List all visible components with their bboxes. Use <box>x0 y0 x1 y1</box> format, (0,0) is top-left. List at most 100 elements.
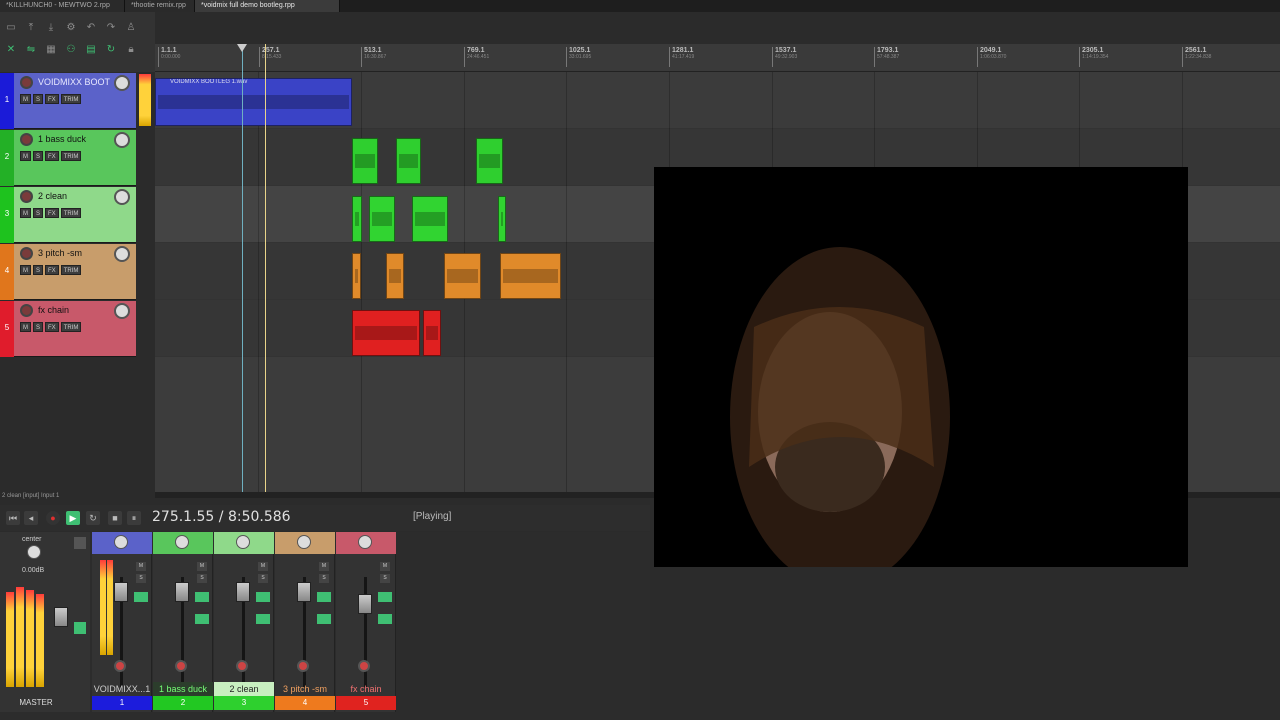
solo-button[interactable]: S <box>33 265 44 275</box>
fx-icon[interactable] <box>134 592 148 602</box>
mixer-strip-2[interactable]: M S 1 bass duck 2 <box>153 532 213 712</box>
volume-fader[interactable] <box>297 582 311 602</box>
media-item[interactable] <box>369 196 395 242</box>
media-item[interactable] <box>444 253 481 299</box>
playhead-marker-icon[interactable] <box>237 44 247 52</box>
fx-icon[interactable] <box>378 614 392 624</box>
envelope-icon[interactable]: ▤ <box>84 44 98 56</box>
mute-button[interactable]: M <box>136 562 146 571</box>
volume-knob[interactable] <box>114 75 130 91</box>
strip-name[interactable]: VOIDMIXX...1 <box>92 682 152 696</box>
mute-button[interactable]: M <box>20 151 31 161</box>
fx-button[interactable]: FX <box>45 265 59 275</box>
pan-knob[interactable] <box>175 535 189 549</box>
play-button[interactable]: ▶ <box>66 511 80 525</box>
record-arm-icon[interactable] <box>20 76 33 89</box>
track-header-1[interactable]: 1 VOIDMIXX BOOTLEG 1 MSFXTRIM <box>0 73 136 129</box>
playhead[interactable] <box>265 44 266 492</box>
fx-icon[interactable] <box>195 614 209 624</box>
fx-icon[interactable] <box>195 592 209 602</box>
mute-button[interactable]: M <box>20 265 31 275</box>
master-mono-icon[interactable] <box>74 537 86 549</box>
solo-button[interactable]: S <box>33 94 44 104</box>
mute-button[interactable]: M <box>258 562 268 571</box>
fx-icon[interactable] <box>317 592 331 602</box>
mute-button[interactable]: M <box>20 322 31 332</box>
mixer-strip-4[interactable]: M S 3 pitch -sm 4 <box>275 532 335 712</box>
trim-button[interactable]: TRIM <box>60 265 82 275</box>
project-tab-active[interactable]: *voidmix full demo bootleg.rpp <box>195 0 340 12</box>
volume-fader[interactable] <box>114 582 128 602</box>
strip-name[interactable]: fx chain <box>336 682 396 696</box>
mute-button[interactable]: M <box>319 562 329 571</box>
mute-button[interactable]: M <box>20 94 31 104</box>
master-fader[interactable] <box>54 607 68 627</box>
track-header-2[interactable]: 2 1 bass duck M S FX TRIM <box>0 130 136 186</box>
repeat-icon[interactable]: ↻ <box>86 511 100 525</box>
record-arm-icon[interactable] <box>20 247 33 260</box>
solo-button[interactable]: S <box>197 574 207 583</box>
stop-button[interactable]: ■ <box>108 511 122 525</box>
media-item[interactable] <box>352 138 378 184</box>
mixer-strip-5[interactable]: M S fx chain 5 <box>336 532 396 712</box>
rewind-icon[interactable]: ◂ <box>24 511 38 525</box>
undo-icon[interactable]: ↶ <box>84 22 98 34</box>
go-to-start-icon[interactable]: ⏮ <box>6 511 20 525</box>
fx-icon[interactable] <box>378 592 392 602</box>
solo-button[interactable]: S <box>33 151 44 161</box>
snap-icon[interactable]: ▦ <box>44 44 58 56</box>
solo-button[interactable]: S <box>319 574 329 583</box>
strip-name[interactable]: 1 bass duck <box>153 682 213 696</box>
media-item[interactable] <box>352 253 361 299</box>
solo-button[interactable]: S <box>380 574 390 583</box>
volume-knob[interactable] <box>114 303 130 319</box>
metronome-icon[interactable]: ♙ <box>124 22 138 34</box>
media-item[interactable] <box>500 253 561 299</box>
track-name[interactable]: 1 bass duck <box>38 134 110 144</box>
media-item[interactable] <box>498 196 506 242</box>
trim-button[interactable]: TRIM <box>60 151 82 161</box>
fx-button[interactable]: FX <box>45 208 59 218</box>
group-icon[interactable]: ⚇ <box>64 44 78 56</box>
redo-icon[interactable]: ↷ <box>104 22 118 34</box>
track-header-3[interactable]: 3 2 clean M S FX TRIM <box>0 187 136 243</box>
trim-button[interactable]: TRIM <box>60 208 82 218</box>
mute-button[interactable]: M <box>380 562 390 571</box>
time-position[interactable]: 275.1.55 / 8:50.586 <box>152 509 291 525</box>
record-arm-icon[interactable] <box>297 660 309 672</box>
track-name[interactable]: 3 pitch -sm <box>38 248 110 258</box>
volume-fader[interactable] <box>236 582 250 602</box>
pan-knob[interactable] <box>27 545 41 559</box>
strip-name[interactable]: 3 pitch -sm <box>275 682 335 696</box>
ripple-icon[interactable]: ⇋ <box>24 44 38 56</box>
record-arm-icon[interactable] <box>20 133 33 146</box>
trim-button[interactable]: TRIM <box>60 94 82 104</box>
fx-button[interactable]: FX <box>45 94 59 104</box>
media-item[interactable] <box>423 310 441 356</box>
record-arm-icon[interactable] <box>114 660 126 672</box>
record-button[interactable]: ● <box>46 511 60 525</box>
mute-button[interactable]: M <box>20 208 31 218</box>
media-item[interactable] <box>476 138 503 184</box>
media-item[interactable] <box>352 310 420 356</box>
project-tab[interactable]: *KILLHUNCH0 - MEWTWO 2.rpp <box>0 0 125 12</box>
fx-button[interactable]: FX <box>45 151 59 161</box>
open-project-icon[interactable]: ⤒ <box>24 22 38 34</box>
solo-button[interactable]: S <box>258 574 268 583</box>
media-item[interactable] <box>352 196 362 242</box>
mixer-strip-3[interactable]: M S 2 clean 3 <box>214 532 274 712</box>
media-item[interactable] <box>396 138 421 184</box>
volume-knob[interactable] <box>114 132 130 148</box>
pause-button[interactable]: ⏸ <box>127 511 141 525</box>
fx-icon[interactable] <box>317 614 331 624</box>
strip-name[interactable]: 2 clean <box>214 682 274 696</box>
project-tab[interactable]: *thootie remix.rpp <box>125 0 195 12</box>
pan-knob[interactable] <box>297 535 311 549</box>
solo-button[interactable]: S <box>33 322 44 332</box>
media-item[interactable] <box>386 253 404 299</box>
save-project-icon[interactable]: ⤓ <box>44 22 58 34</box>
track-header-5[interactable]: 5 fx chain M S FX TRIM <box>0 301 136 357</box>
record-arm-icon[interactable] <box>20 190 33 203</box>
lock-icon[interactable]: 🔒︎ <box>124 44 138 56</box>
volume-knob[interactable] <box>114 189 130 205</box>
